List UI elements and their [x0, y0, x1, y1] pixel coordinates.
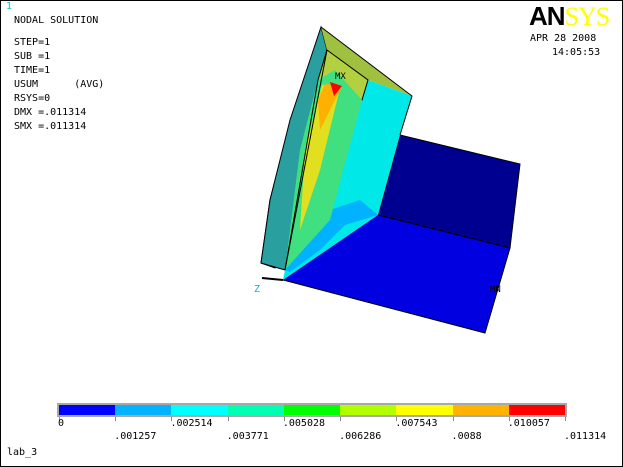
legend-color-band: [115, 405, 172, 415]
legend-color-band: [59, 405, 116, 415]
max-label: MX: [335, 72, 346, 82]
legend-color-band: [452, 405, 509, 415]
legend-tick: [452, 417, 454, 421]
legend-color-band: [340, 405, 397, 415]
legend-color-band: [396, 405, 453, 415]
legend-value: .001257: [114, 431, 157, 442]
legend-value: 0: [58, 418, 65, 429]
legend-value: .0088: [451, 431, 482, 442]
model-plot: MX MN Z: [254, 25, 521, 334]
legend-color-band: [283, 405, 341, 415]
contour-legend-bar: [57, 403, 567, 417]
legend-tick: [340, 417, 342, 421]
legend-tick: [565, 417, 566, 421]
legend-value: .003771: [226, 431, 269, 442]
legend-value: .010057: [507, 418, 550, 429]
legend-value: .002514: [170, 418, 213, 429]
legend-color-band: [171, 405, 228, 415]
legend-value: .011314: [564, 431, 607, 442]
legend-color-band: [508, 405, 565, 415]
legend-tick: [115, 417, 117, 421]
legend-color-band: [227, 405, 284, 415]
legend-value: .007543: [395, 418, 438, 429]
legend-value: .005028: [282, 418, 326, 429]
legend-value: .006286: [339, 431, 382, 442]
legend-tick: [227, 417, 229, 421]
footer-label: lab_3: [7, 447, 38, 458]
axis-triad-z: Z: [254, 284, 260, 295]
min-label: MN: [490, 285, 501, 295]
